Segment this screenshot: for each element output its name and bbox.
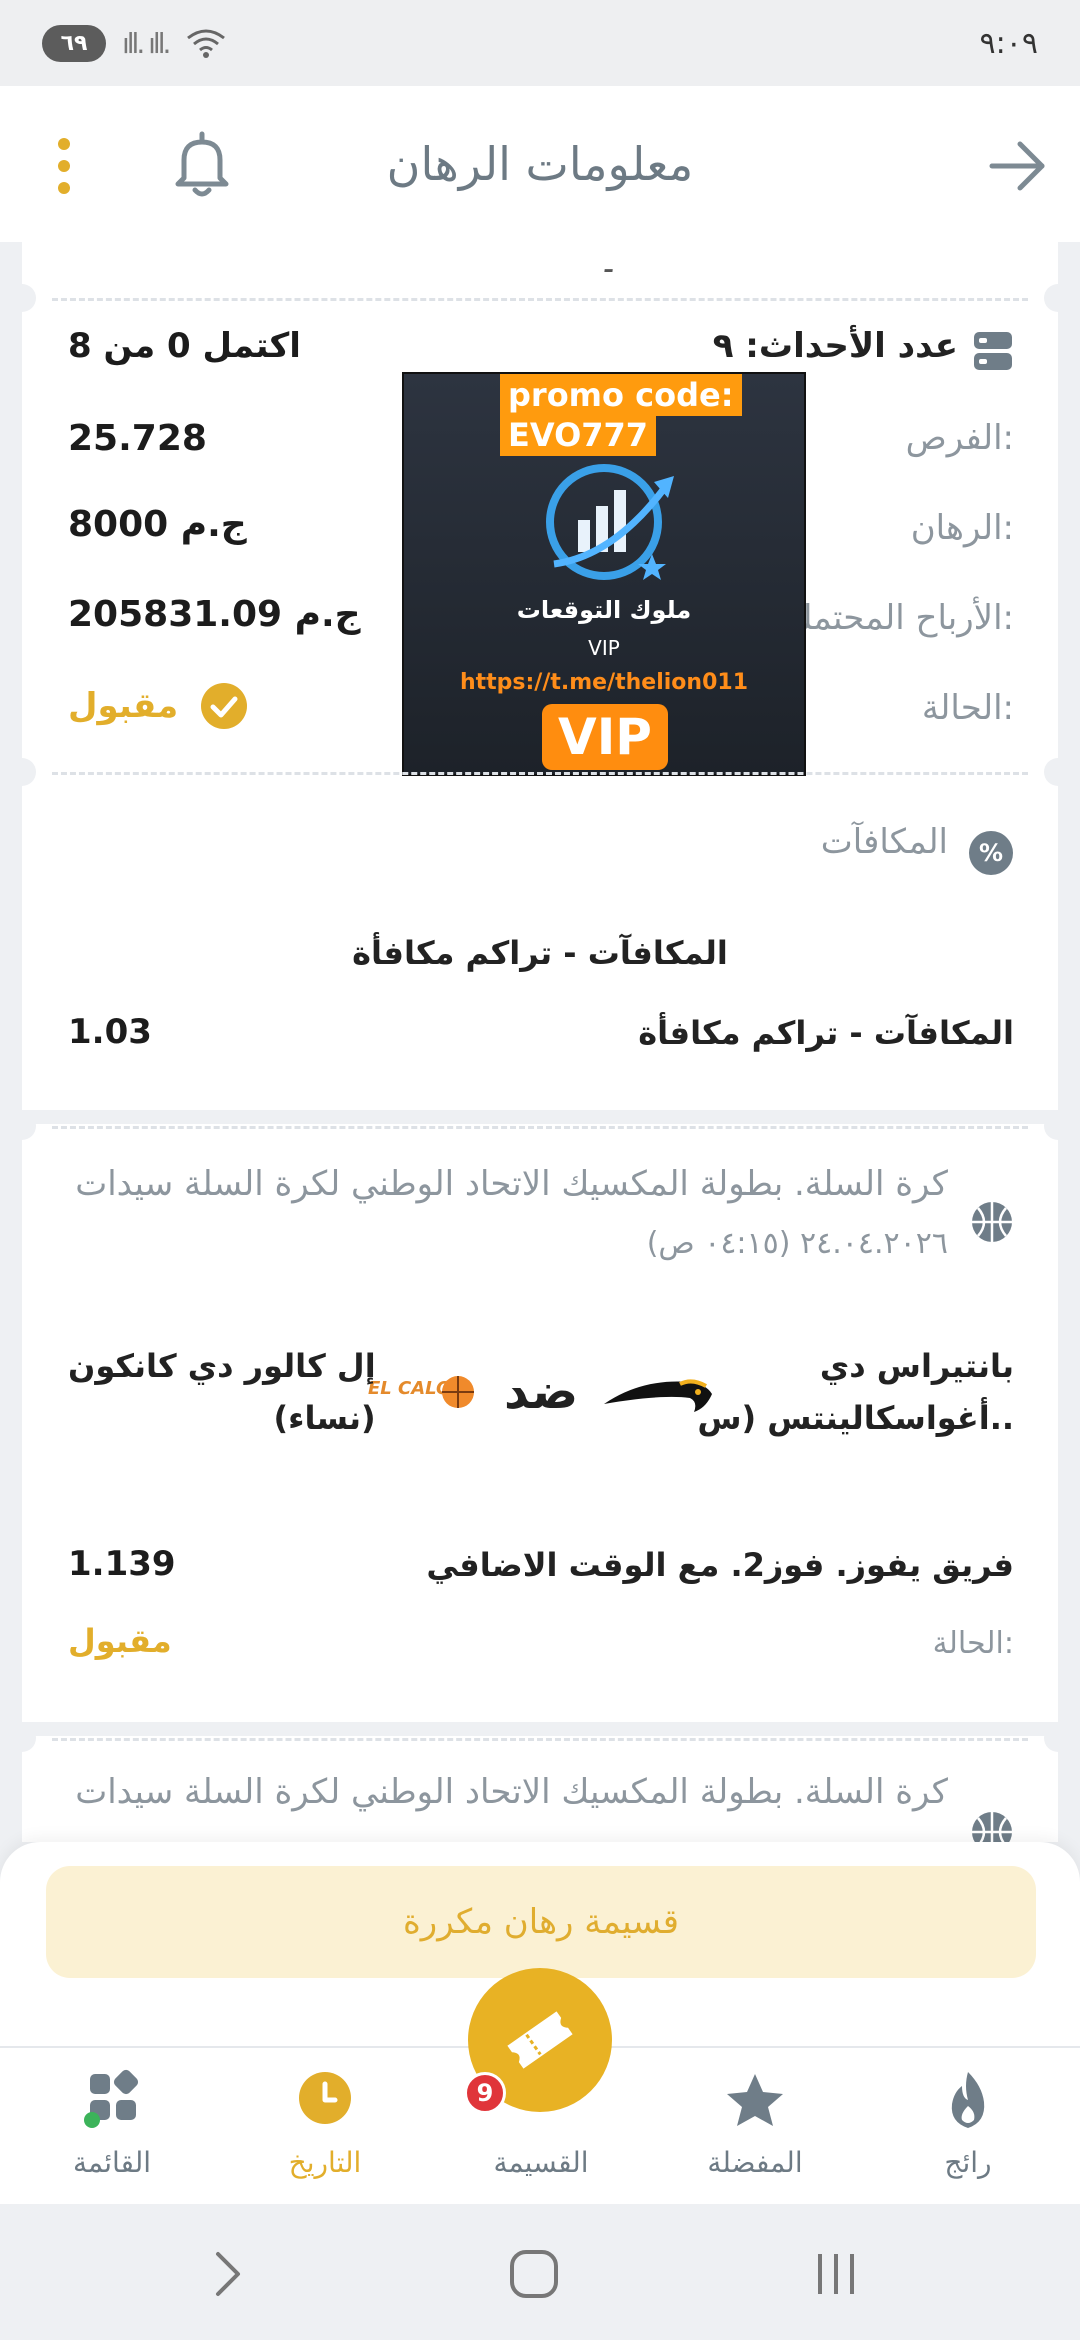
tab-bet-slip-label: القسيمة xyxy=(493,2146,589,2179)
event1-status-value: مقبول xyxy=(68,1622,172,1660)
svg-text:%: % xyxy=(979,839,1003,867)
away-team-line1: إل كالور دي كانكون xyxy=(68,1347,376,1385)
page-title: معلومات الرهان xyxy=(386,137,694,191)
ticket-icon xyxy=(507,2011,573,2069)
event1-datetime: ٢٤.٠٤.٢٠٢٦ (٠٤:١٥ ص) xyxy=(646,1226,948,1261)
nav-back-icon[interactable] xyxy=(210,2250,246,2298)
status-value: مقبول xyxy=(68,686,179,726)
bonus-center-label: المكافآت - تراكم مكافأة xyxy=(352,934,728,972)
promo-overlay-image: promo code: EVO777 ملوك التوقعات VIP htt… xyxy=(402,372,806,776)
nav-recents-icon[interactable] xyxy=(812,2248,860,2300)
back-arrow-icon[interactable] xyxy=(986,134,1050,198)
bonus-row-label: المكافآت - تراكم مكافأة xyxy=(638,1014,1014,1052)
event1-home-team: بانتيراس دي أغواسكالينتس (س.. xyxy=(697,1340,1014,1444)
promo-link: https://t.me/thelion011 xyxy=(459,670,749,695)
promo-vip-badge: VIP xyxy=(542,704,668,770)
status-label: الحالة: xyxy=(921,688,1014,728)
event1-status-label: الحالة: xyxy=(932,1626,1014,1661)
versus-label: ضد xyxy=(504,1364,579,1420)
divider xyxy=(52,1126,1028,1129)
event1-odds: 1.139 xyxy=(68,1544,176,1584)
events-list-icon xyxy=(974,332,1012,370)
completed-count: اكتمل 0 من 8 xyxy=(68,326,301,366)
event1-league: كرة السلة. بطولة المكسيك الاتحاد الوطني … xyxy=(75,1164,948,1204)
home-team-line1: بانتيراس دي xyxy=(819,1347,1014,1385)
status-left: ٦٩ ıll. ıll. xyxy=(42,24,228,62)
odds-label: الفرص: xyxy=(905,418,1014,458)
promo-code-label: promo code: xyxy=(500,374,742,416)
tab-history-label: التاريخ xyxy=(288,2146,362,2179)
promo-code-value: EVO777 xyxy=(500,414,657,456)
promo-arabic-title: ملوك التوقعات xyxy=(516,596,692,624)
promo-vip-small: VIP xyxy=(588,636,620,660)
percent-icon: % xyxy=(969,831,1013,875)
check-circle-icon xyxy=(201,683,248,729)
wifi-icon xyxy=(187,29,226,58)
el-calor-logo-icon: EL CALOR xyxy=(368,1370,478,1416)
panther-logo-icon xyxy=(604,1379,712,1412)
clock: ٩:٠٩ xyxy=(979,25,1038,61)
bet-slip-count-badge: 9 xyxy=(464,2072,506,2114)
chart-arrow-logo-icon xyxy=(546,464,674,580)
clock-icon xyxy=(299,2072,351,2124)
event1-away-team: إل كالور دي كانكون (نساء) xyxy=(68,1340,376,1444)
bet-card: ۔ عدد الأحداث: ٩ اكتمل 0 من 8 الفرص: 25.… xyxy=(0,242,1080,1852)
odds-value: 25.728 xyxy=(68,418,207,459)
top-fragment: ۔ xyxy=(598,242,620,281)
bonus-row-value: 1.03 xyxy=(68,1012,152,1052)
system-navigation-bar xyxy=(0,2204,1080,2340)
star-icon xyxy=(727,2074,783,2126)
away-team-line2: (نساء) xyxy=(273,1399,376,1437)
signal-icon: ıll. ıll. xyxy=(122,26,171,60)
tab-menu-label: القائمة xyxy=(73,2146,151,2179)
tab-favorites[interactable]: المفضلة xyxy=(655,2048,855,2206)
app-header: معلومات الرهان xyxy=(0,86,1080,242)
bet-details-scroll[interactable]: ۔ عدد الأحداث: ٩ اكتمل 0 من 8 الفرص: 25.… xyxy=(0,242,1080,1862)
event2-league: كرة السلة. بطولة المكسيك الاتحاد الوطني … xyxy=(75,1772,948,1812)
tab-trending[interactable]: رائج xyxy=(868,2048,1068,2206)
basketball-icon xyxy=(972,1202,1012,1242)
home-team-line2: أغواسكالينتس (س.. xyxy=(697,1399,1014,1437)
tab-menu[interactable]: القائمة xyxy=(12,2048,212,2206)
divider xyxy=(52,772,1028,775)
battery-indicator: ٦٩ xyxy=(42,24,106,62)
grid-menu-icon xyxy=(84,2069,139,2128)
event1-selection: فريق يفوز. فوز2. مع الوقت الاضافي xyxy=(426,1546,1014,1584)
nav-home-icon[interactable] xyxy=(508,2248,560,2300)
tab-favorites-label: المفضلة xyxy=(707,2146,803,2179)
bonuses-section-title: المكافآت xyxy=(820,822,948,862)
divider xyxy=(52,298,1028,301)
potential-winnings-label: الأرباح المحتملة: xyxy=(783,598,1014,638)
tab-history[interactable]: التاريخ xyxy=(225,2048,425,2206)
stake-value: 8000 ج.م xyxy=(68,504,247,545)
potential-winnings-value: 205831.09 ج.م xyxy=(68,594,361,635)
events-count: عدد الأحداث: ٩ xyxy=(712,326,958,366)
repeat-bet-slip-button[interactable]: قسيمة رهان مكررة xyxy=(46,1866,1036,1978)
status-bar: ٦٩ ıll. ıll. ٩:٠٩ xyxy=(0,0,1080,86)
status-accepted: مقبول xyxy=(68,682,248,730)
divider xyxy=(52,1738,1028,1741)
stake-label: الرهان: xyxy=(910,508,1014,548)
fire-icon xyxy=(951,2072,985,2128)
tab-trending-label: رائج xyxy=(944,2146,992,2179)
